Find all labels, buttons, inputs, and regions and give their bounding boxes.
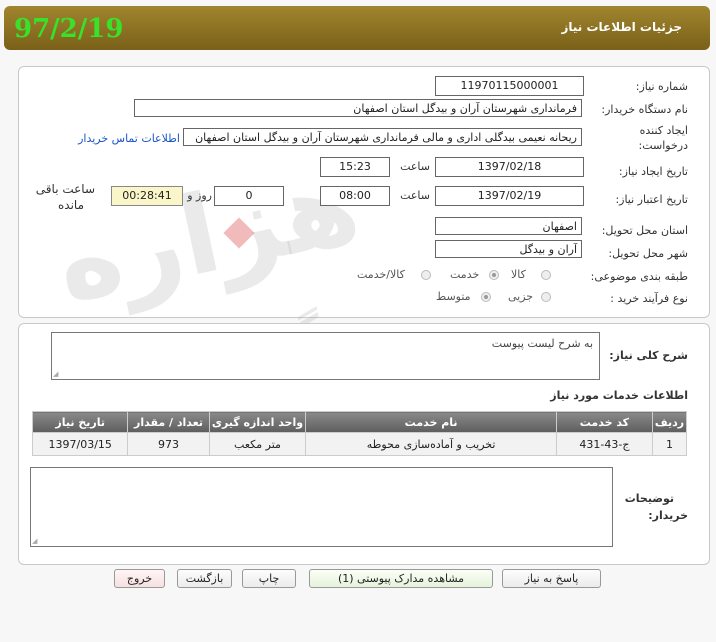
province-field[interactable]: اصفهان (435, 217, 582, 235)
buyer-notes-label-2: خریدار: (648, 509, 688, 522)
cell-row: 1 (652, 432, 687, 456)
process-minor-radio[interactable] (541, 292, 551, 302)
need-number-label: شماره نیاز: (635, 80, 688, 93)
cell-quantity: 973 (127, 432, 210, 456)
resize-grip-icon[interactable]: ◢ (53, 370, 58, 378)
services-title: اطلاعات خدمات مورد نیاز (550, 389, 688, 402)
category-label: طبقه بندی موضوعی: (590, 270, 688, 283)
description-textarea[interactable]: به شرح لیست پیوست ◢ (51, 332, 600, 380)
category-goods-label: کالا (511, 268, 526, 281)
cell-service-code: ج-43-431 (555, 432, 654, 456)
created-time-label: ساعت (400, 160, 430, 173)
date-stamp: 97/2/19 (14, 14, 124, 44)
province-label: استان محل تحویل: (601, 224, 688, 237)
buyer-notes-textarea[interactable]: ◢ (30, 467, 613, 547)
table-row: 1397/03/15 973 متر مکعب تخریب و آماده‌سا… (31, 432, 687, 456)
header-bar: 97/2/19 جزئیات اطلاعات نیاز (4, 6, 710, 50)
category-service-label: خدمت (450, 268, 480, 281)
col-unit: واحد اندازه گیری (208, 411, 307, 433)
validity-date-label: تاریخ اعتبار نیاز: (615, 193, 688, 206)
creator-label-1: ایجاد کننده (639, 124, 688, 137)
exit-button[interactable]: خروج (114, 569, 165, 588)
buyer-org-label: نام دستگاه خریدار: (601, 103, 688, 116)
col-date: تاریخ نیاز (31, 411, 129, 433)
description-label: شرح کلی نیاز: (609, 349, 688, 362)
buyer-contact-link[interactable]: اطلاعات تماس خریدار (78, 132, 180, 145)
city-field[interactable]: آران و بیدگل (435, 240, 582, 258)
remaining-days-field[interactable]: 0 (214, 186, 284, 206)
category-service-radio[interactable] (489, 270, 499, 280)
col-row: ردیف (652, 411, 687, 433)
category-goods-service-radio[interactable] (421, 270, 431, 280)
col-service-name: نام خدمت (305, 411, 557, 433)
cell-service-name: تخریب و آماده‌سازی محوطه (305, 432, 557, 456)
process-minor-label: جزیی (508, 290, 534, 303)
validity-time-label: ساعت (400, 189, 430, 202)
process-type-label: نوع فرآیند خرید : (610, 292, 688, 305)
page-title: جزئیات اطلاعات نیاز (561, 20, 682, 34)
cell-unit: متر مکعب (208, 432, 307, 456)
remaining-label-2: مانده (57, 198, 84, 212)
buyer-notes-label-1: توضیحات (624, 492, 674, 505)
resize-grip-icon[interactable]: ◢ (32, 537, 37, 545)
back-button[interactable]: بازگشت (177, 569, 232, 588)
description-text: به شرح لیست پیوست (491, 337, 593, 350)
category-goods-service-label: کالا/خدمت (357, 268, 405, 281)
created-time-field[interactable]: 15:23 (320, 157, 390, 177)
validity-date-field[interactable]: 1397/02/19 (435, 186, 584, 206)
validity-time-field[interactable]: 08:00 (320, 186, 390, 206)
services-table: تاریخ نیاز تعداد / مقدار واحد اندازه گیر… (31, 411, 687, 456)
process-medium-label: متوسط (436, 290, 471, 303)
creator-field[interactable]: ریحانه نعیمی بیدگلی اداری و مالی فرماندا… (183, 128, 582, 146)
cell-date: 1397/03/15 (31, 432, 129, 456)
creator-label-2: درخواست: (638, 139, 688, 152)
view-attachments-button[interactable]: مشاهده مدارک پیوستی (1) (309, 569, 493, 588)
remaining-label-1: ساعت باقی (35, 182, 95, 196)
remaining-time-display: 00:28:41 (111, 186, 183, 206)
col-quantity: تعداد / مقدار (127, 411, 210, 433)
buyer-org-field[interactable]: فرمانداری شهرستان آران و بیدگل استان اصف… (134, 99, 582, 117)
city-label: شهر محل تحویل: (608, 247, 688, 260)
process-medium-radio[interactable] (481, 292, 491, 302)
created-date-label: تاریخ ایجاد نیاز: (618, 165, 688, 178)
need-number-field[interactable]: 11970115000001 (435, 76, 584, 96)
col-service-code: کد خدمت (555, 411, 654, 433)
created-date-field[interactable]: 1397/02/18 (435, 157, 584, 177)
days-and-label: روز و (187, 189, 212, 202)
print-button[interactable]: چاپ (242, 569, 296, 588)
category-goods-radio[interactable] (541, 270, 551, 280)
reply-button[interactable]: پاسخ به نیاز (502, 569, 601, 588)
